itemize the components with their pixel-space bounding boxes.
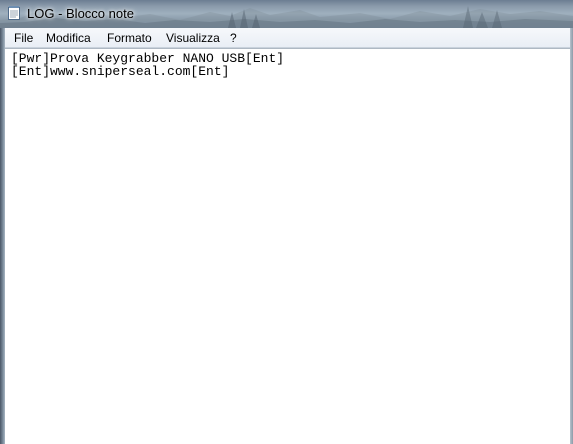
notepad-icon (6, 5, 22, 21)
text-editor-area[interactable]: [Pwr]Prova Keygrabber NANO USB[Ent] [Ent… (5, 48, 570, 444)
window-title: LOG - Blocco note (27, 6, 134, 21)
menu-file[interactable]: File (14, 31, 33, 45)
menu-formato[interactable]: Formato (107, 31, 152, 45)
menu-bar: File Modifica Formato Visualizza ? (5, 28, 570, 48)
menu-help[interactable]: ? (230, 31, 237, 45)
title-bar[interactable]: LOG - Blocco note (0, 0, 573, 28)
menu-visualizza[interactable]: Visualizza (166, 31, 220, 45)
menu-modifica[interactable]: Modifica (46, 31, 91, 45)
notepad-window: LOG - Blocco note File Modifica Formato … (0, 0, 573, 444)
editor-line-2: [Ent]www.sniperseal.com[Ent] (11, 64, 230, 79)
